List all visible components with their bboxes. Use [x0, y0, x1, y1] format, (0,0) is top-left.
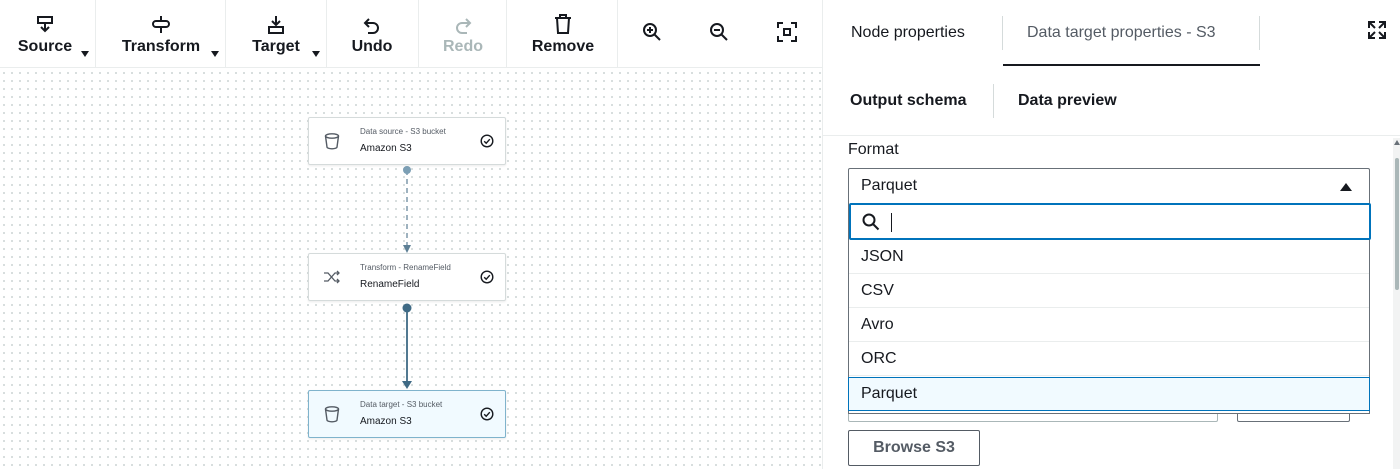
format-option-avro[interactable]: Avro [849, 308, 1369, 342]
undo-icon [363, 13, 381, 35]
source-icon [36, 13, 54, 35]
tab-divider [993, 84, 994, 118]
transform-button[interactable]: Transform [118, 0, 204, 68]
node-subtitle: Data source - S3 bucket [360, 127, 446, 136]
transform-label: Transform [121, 37, 201, 55]
target-button[interactable]: Target [246, 0, 306, 68]
node-title: Amazon S3 [360, 143, 412, 154]
tab-divider [1002, 16, 1003, 50]
edge-arrowhead [403, 245, 411, 253]
expand-icon[interactable] [1367, 20, 1389, 42]
target-icon [267, 13, 285, 35]
scroll-up-icon[interactable] [1394, 140, 1400, 145]
zoom-out-icon[interactable] [709, 22, 729, 42]
transform-icon [150, 13, 172, 35]
source-label: Source [17, 37, 73, 55]
caret-up-icon [1340, 183, 1352, 191]
target-caret-icon[interactable] [312, 51, 320, 57]
format-label: Format [848, 141, 899, 158]
properties-panel: Node properties Data target properties -… [822, 0, 1400, 469]
tab-node-properties[interactable]: Node properties [851, 0, 965, 66]
format-option-orc[interactable]: ORC [849, 342, 1369, 376]
s3-location-input-partial[interactable] [848, 414, 1218, 422]
target-label: Target [252, 37, 300, 55]
check-circle-icon [480, 134, 494, 148]
shuffle-icon [309, 254, 355, 300]
format-selected-value: Parquet [861, 177, 918, 194]
diagram-canvas[interactable]: Data source - S3 bucket Amazon S3 Transf… [0, 69, 822, 469]
panel-tabs: Node properties Data target properties -… [823, 0, 1400, 68]
toolbar-divider [326, 0, 327, 68]
undo-button[interactable]: Undo [346, 0, 398, 68]
format-option-json[interactable]: JSON [849, 240, 1369, 274]
node-data-target-s3[interactable]: Data target - S3 bucket Amazon S3 [308, 390, 506, 438]
redo-icon [454, 13, 472, 35]
node-data-source-s3[interactable]: Data source - S3 bucket Amazon S3 [308, 117, 506, 165]
scrollbar-thumb[interactable] [1395, 158, 1399, 290]
search-icon [862, 213, 880, 231]
browse-s3-button[interactable]: Browse S3 [848, 430, 980, 466]
toolbar-divider [617, 0, 618, 68]
edge-port[interactable] [403, 166, 411, 174]
toolbar-divider [95, 0, 96, 68]
transform-caret-icon[interactable] [211, 51, 219, 57]
text-cursor [891, 213, 892, 232]
format-option-parquet[interactable]: Parquet [848, 377, 1370, 411]
format-search-field[interactable] [849, 203, 1371, 240]
bucket-icon [309, 391, 355, 437]
tab-divider [1259, 16, 1260, 50]
format-dropdown: JSON CSV Avro ORC Parquet [848, 203, 1371, 414]
panel-subtabs: Output schema Data preview [823, 68, 1400, 136]
active-tab-indicator [1003, 64, 1260, 66]
check-circle-icon [480, 270, 494, 284]
node-title: Amazon S3 [360, 416, 412, 427]
toolbar-divider [225, 0, 226, 68]
remove-button[interactable]: Remove [527, 0, 599, 68]
trash-icon [554, 13, 572, 35]
bucket-icon [309, 118, 355, 164]
node-transform-renamefield[interactable]: Transform - RenameField RenameField [308, 253, 506, 301]
zoom-in-icon[interactable] [642, 22, 662, 42]
toolbar-divider [418, 0, 419, 68]
tab-data-target-properties[interactable]: Data target properties - S3 [1027, 0, 1216, 66]
fit-to-screen-icon[interactable] [777, 22, 797, 42]
format-search-input[interactable] [889, 210, 1359, 234]
check-circle-icon [480, 407, 494, 421]
redo-label: Redo [443, 37, 483, 55]
edge-arrowhead [402, 381, 412, 389]
toolbar-divider [506, 0, 507, 68]
edge-port[interactable] [402, 303, 412, 313]
undo-label: Undo [351, 37, 393, 55]
tab-output-schema[interactable]: Output schema [850, 68, 966, 134]
source-button[interactable]: Source [14, 0, 76, 68]
view-button-partial[interactable] [1237, 414, 1350, 422]
node-title: RenameField [360, 279, 420, 290]
source-caret-icon[interactable] [81, 51, 89, 57]
format-option-csv[interactable]: CSV [849, 274, 1369, 308]
tab-data-preview[interactable]: Data preview [1018, 68, 1117, 134]
node-subtitle: Transform - RenameField [360, 263, 451, 272]
remove-label: Remove [531, 37, 595, 55]
redo-button[interactable]: Redo [437, 0, 489, 68]
node-subtitle: Data target - S3 bucket [360, 400, 443, 409]
format-select[interactable]: Parquet [848, 168, 1370, 204]
toolbar: Source Transform Target Undo Redo Remove [0, 0, 822, 68]
